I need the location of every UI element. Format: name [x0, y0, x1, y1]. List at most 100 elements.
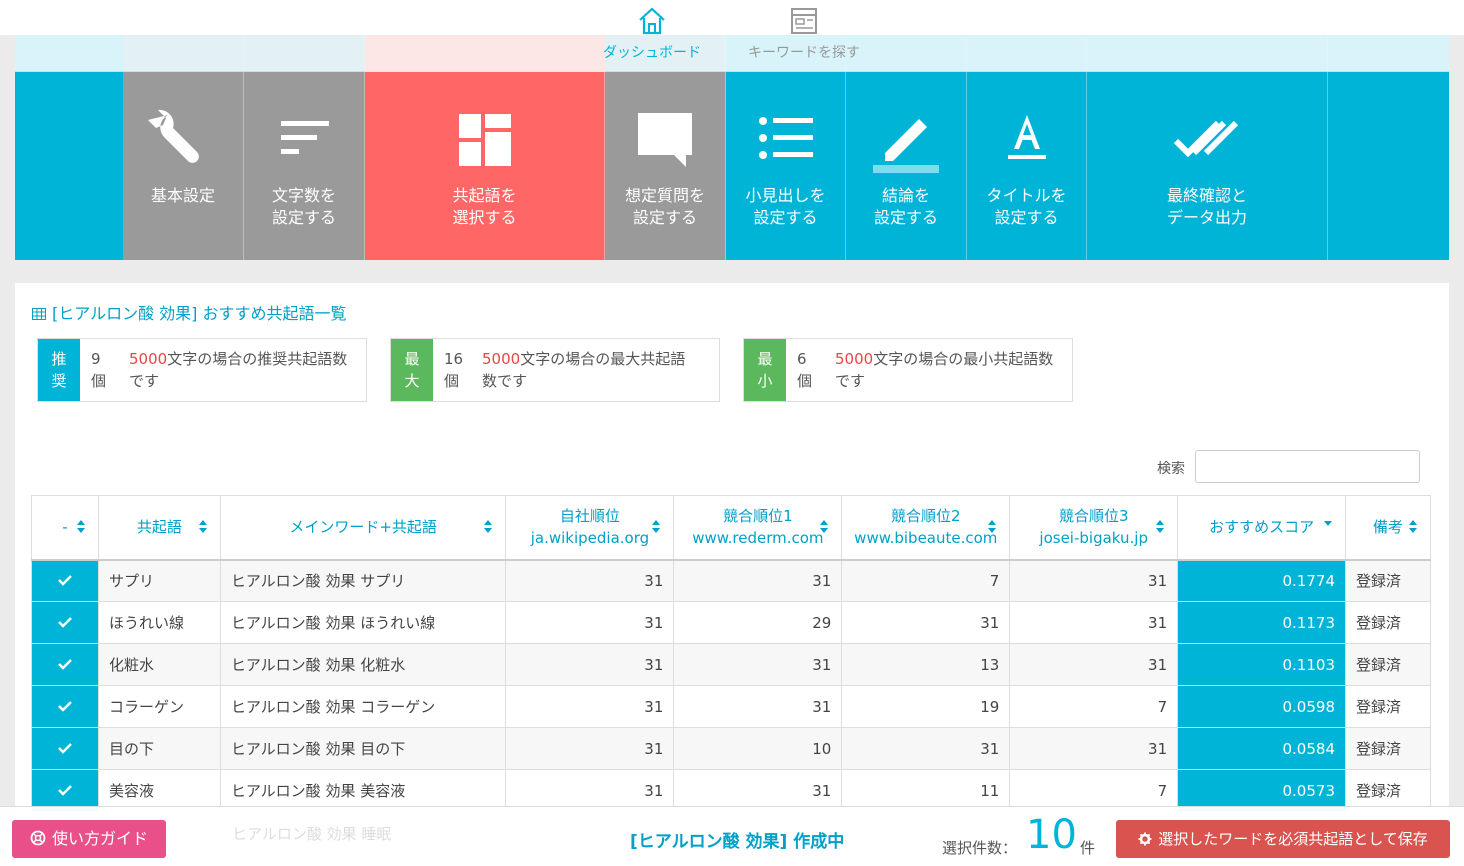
panel-title: [ヒアルロン酸 効果] おすすめ共起語一覧: [32, 300, 347, 324]
col-own-rank[interactable]: 自社順位 ja.wikipedia.org: [505, 495, 675, 561]
cell-mainword: ヒアルロン酸 効果 コラーゲン: [219, 685, 507, 728]
col-note[interactable]: 備考: [1345, 495, 1431, 561]
info-tag: 最大: [391, 339, 433, 401]
ghost-row-text: ヒアルロン酸 効果 睡眠: [232, 825, 392, 843]
cell-comp2: 31: [841, 727, 1011, 770]
row-checkbox[interactable]: [31, 601, 99, 644]
row-checkbox[interactable]: [31, 685, 99, 728]
col-score-label: おすすめスコア: [1209, 518, 1315, 537]
cell-comp3: 31: [1009, 559, 1179, 602]
dashboard-grid-icon: [458, 114, 511, 166]
search-input[interactable]: [1195, 450, 1420, 483]
cell-comp1: 31: [673, 643, 843, 686]
text-lines-icon: [281, 121, 329, 154]
col-score[interactable]: おすすめスコア: [1177, 495, 1346, 561]
step-label: 基本設定: [150, 186, 215, 205]
cell-word: サプリ: [97, 559, 221, 602]
col-check[interactable]: -: [31, 495, 99, 561]
step-label: 設定する: [753, 208, 818, 227]
sort-icon: [820, 520, 829, 533]
lifebuoy-icon: [30, 830, 46, 846]
info-description: 5000文字の場合の最小共起語数 です: [835, 348, 1053, 392]
list-icon: [758, 117, 813, 159]
col-comp1-label: 競合順位1: [723, 507, 793, 526]
row-checkbox[interactable]: [31, 643, 99, 686]
col-word-label: 共起語: [136, 518, 182, 537]
step-label: 文字数を: [271, 186, 336, 205]
table-icon: [32, 308, 46, 320]
info-count: 16 個: [444, 348, 463, 392]
info-desc-line: です: [129, 372, 160, 390]
cell-mainword: ヒアルロン酸 効果 サプリ: [219, 559, 507, 602]
nav-find-keywords-label: キーワードを探す: [748, 45, 860, 61]
nav-dashboard[interactable]: ダッシュボード: [582, 6, 722, 62]
info-highlight: 5000: [482, 350, 521, 368]
col-comp1[interactable]: 競合順位1 www.rederm.com: [673, 495, 843, 561]
wrench-icon: [148, 109, 199, 163]
step-label: 小見出しを: [745, 186, 826, 205]
step-label: 設定する: [994, 208, 1059, 227]
info-count-value: 16: [444, 350, 464, 368]
pencil-icon: [873, 119, 939, 173]
table-row[interactable]: サプリ ヒアルロン酸 効果 サプリ 31 31 7 31 0.1774 登録済: [31, 559, 1431, 602]
cell-mainword: ヒアルロン酸 効果 化粧水: [219, 643, 507, 686]
cell-comp3: 7: [1009, 685, 1179, 728]
top-nav-band-highlight: [365, 35, 605, 72]
info-tag: 最小: [744, 339, 786, 401]
nav-find-keywords[interactable]: キーワードを探す: [734, 6, 874, 62]
guide-button[interactable]: 使い方ガイド: [12, 820, 166, 858]
info-tag-char: 大: [404, 372, 420, 390]
bottom-bar: ヒアルロン酸 効果 睡眠 使い方ガイド [ヒアルロン酸 効果] 作成中 選択件数…: [0, 806, 1464, 866]
info-description: 5000文字の場合の推奨共起語数 です: [129, 348, 347, 392]
col-comp2[interactable]: 競合順位2 www.bibeaute.com: [841, 495, 1011, 561]
row-checkbox[interactable]: [31, 559, 99, 602]
step-label: 想定質問を: [624, 186, 705, 205]
font-underline-icon: [1007, 115, 1046, 159]
row-checkbox[interactable]: [31, 727, 99, 770]
cell-own-rank: 31: [505, 559, 675, 602]
table-row[interactable]: コラーゲン ヒアルロン酸 効果 コラーゲン 31 31 19 7 0.0598 …: [31, 685, 1431, 728]
nav-dashboard-label: ダッシュボード: [603, 45, 701, 61]
info-desc-line: 文字の場合の推奨共起語数: [167, 350, 348, 368]
sort-icon: [484, 520, 493, 533]
cell-word: 目の下: [97, 727, 221, 770]
cell-comp1: 31: [673, 559, 843, 602]
cell-word: ほうれい線: [97, 601, 221, 644]
step-label: 選択する: [452, 208, 517, 227]
col-check-label: -: [62, 518, 68, 537]
col-comp2-site: www.bibeaute.com: [854, 529, 998, 548]
info-tag-char: 最: [404, 350, 420, 368]
info-maximum: 最大 16 個 5000文字の場合の最大共起語数です: [390, 338, 720, 402]
cell-own-rank: 31: [505, 643, 675, 686]
table-row[interactable]: 化粧水 ヒアルロン酸 効果 化粧水 31 31 13 31 0.1103 登録済: [31, 643, 1431, 686]
check-icon: [58, 574, 72, 586]
step-label: 設定する: [632, 208, 697, 227]
check-icon: [58, 700, 72, 712]
info-tag-char: 最: [757, 350, 773, 368]
cell-comp2: 7: [841, 559, 1011, 602]
sort-icon: [988, 520, 997, 533]
info-minimum: 最小 6個 5000文字の場合の最小共起語数 です: [743, 338, 1073, 402]
col-mainword[interactable]: メインワード+共起語: [219, 495, 507, 561]
cell-word: 化粧水: [97, 643, 221, 686]
cell-score: 0.0598: [1177, 685, 1346, 728]
col-comp3-site: josei-bigaku.jp: [1039, 529, 1148, 548]
info-desc-line: 数です: [482, 372, 528, 390]
table-row[interactable]: ほうれい線 ヒアルロン酸 効果 ほうれい線 31 29 31 31 0.1173…: [31, 601, 1431, 644]
info-desc-line: 文字の場合の最大共起語: [520, 350, 686, 368]
cell-comp2: 31: [841, 601, 1011, 644]
col-word[interactable]: 共起語: [97, 495, 221, 561]
selected-count-value: 10: [1026, 812, 1077, 858]
sort-icon: [198, 520, 207, 533]
save-required-words-button[interactable]: 選択したワードを必須共起語として保存: [1116, 820, 1450, 858]
sort-desc-icon: [1324, 521, 1332, 526]
cell-note: 登録済: [1345, 559, 1431, 602]
save-button-label: 選択したワードを必須共起語として保存: [1158, 830, 1428, 848]
info-tag: 推奨: [38, 339, 80, 401]
info-highlight: 5000: [129, 350, 168, 368]
cell-note: 登録済: [1345, 727, 1431, 770]
col-mainword-label: メインワード+共起語: [289, 518, 437, 537]
col-comp3[interactable]: 競合順位3 josei-bigaku.jp: [1009, 495, 1179, 561]
step-label: データ出力: [1166, 208, 1247, 227]
table-row[interactable]: 目の下 ヒアルロン酸 効果 目の下 31 10 31 31 0.0584 登録済: [31, 727, 1431, 770]
